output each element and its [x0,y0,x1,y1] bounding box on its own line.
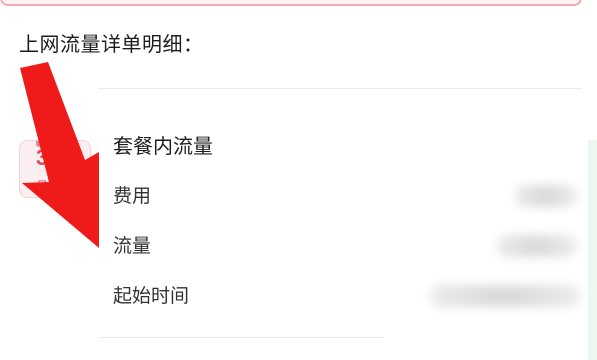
divider [98,88,582,89]
start-time-label: 起始时间 [113,285,190,307]
calendar-icon: 3 月 [19,140,91,198]
calendar-ring-icon [68,141,74,147]
traffic-label: 流量 [113,235,152,257]
start-time-value-redacted [430,285,580,307]
top-notice-banner [0,0,582,6]
section-title: 上网流量详单明细： [19,32,204,56]
package-traffic-title[interactable]: 套餐内流量 [113,132,213,160]
fee-value-redacted [515,185,577,207]
fee-label: 费用 [113,185,152,207]
traffic-value-redacted [497,235,577,257]
divider [98,337,384,338]
calendar-day: 3 [36,145,49,170]
calendar-unit: 月 [36,179,49,193]
side-scroll-strip [588,140,597,360]
